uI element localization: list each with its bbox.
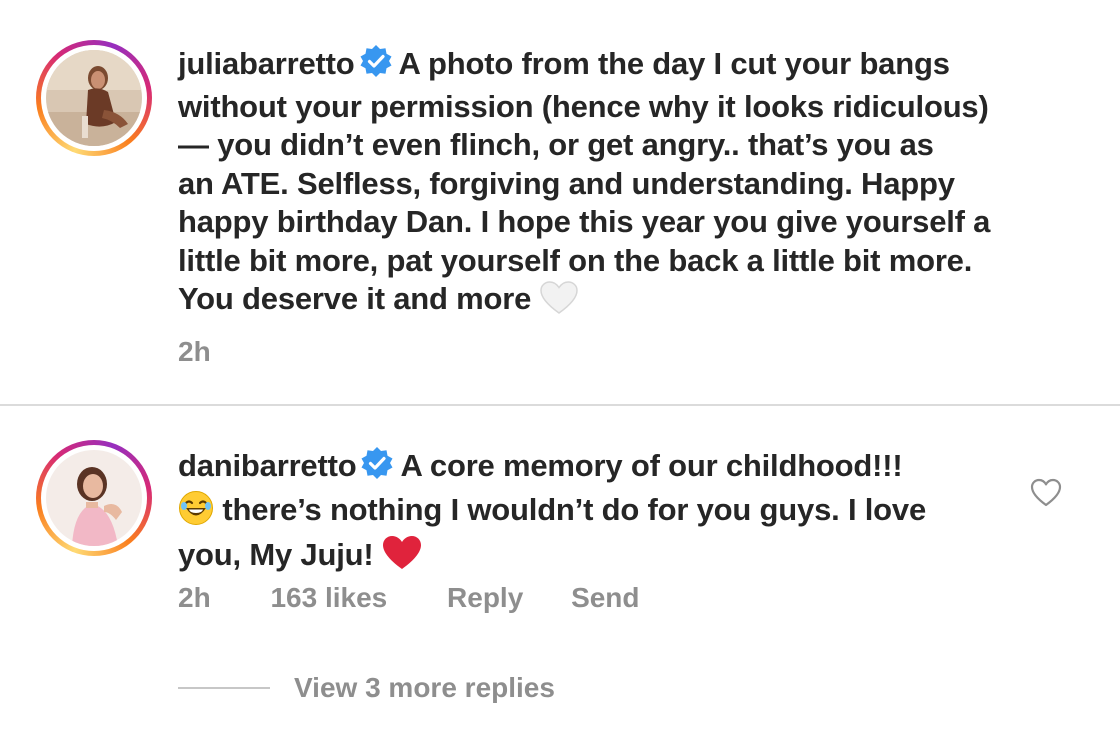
verified-badge-icon [359,44,393,88]
timestamp: 2h [178,582,211,613]
view-more-replies-button[interactable]: View 3 more replies [178,672,555,704]
white-heart-icon [539,281,578,325]
comment-body: juliabarretto A photo from the day I cut … [178,44,990,325]
username[interactable]: danibarretto [178,448,357,483]
reply-button[interactable]: Reply [447,582,523,614]
verified-badge-icon [360,446,394,490]
avatar-story-ring[interactable] [36,440,152,556]
like-heart-icon[interactable] [1030,478,1062,513]
comment-body: danibarretto A core memory of our childho… [178,446,926,581]
comment-meta: 2h 163 likes Reply Send [178,582,640,614]
username[interactable]: juliabarretto [178,46,355,81]
replies-dash [178,687,270,689]
comments-page: juliabarretto A photo from the day I cut … [0,0,1120,744]
send-button[interactable]: Send [571,582,639,614]
avatar-story-ring[interactable] [36,40,152,156]
likes-count[interactable]: 163 likes [270,582,387,614]
avatar[interactable] [46,50,142,146]
laughing-face-icon [178,490,214,536]
timestamp: 2h [178,336,211,367]
comment-meta: 2h [178,336,211,368]
divider [0,404,1120,406]
avatar[interactable] [46,450,142,546]
red-heart-icon [382,535,422,581]
